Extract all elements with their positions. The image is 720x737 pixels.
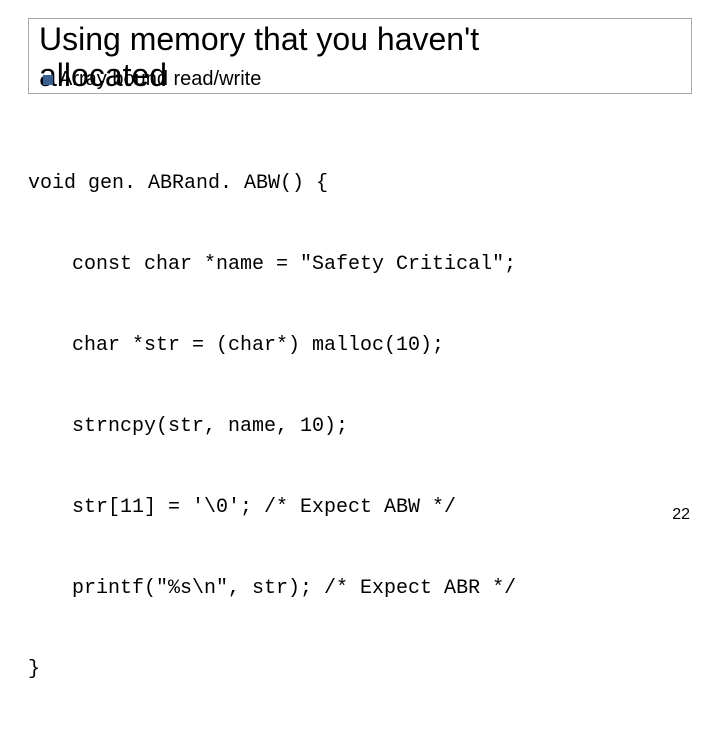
slide-title-line1: Using memory that you haven't [39,21,479,58]
code-block: void gen. ABRand. ABW() { const char *na… [28,116,692,737]
code-line-3: strncpy(str, name, 10); [28,413,692,440]
code-line-4: str[11] = '\0'; /* Expect ABW */ [28,494,692,521]
bullet-item: Array bound read/write [43,68,261,91]
bullet-text: Array bound read/write [59,68,261,91]
title-box: Using memory that you haven't allocated … [28,18,692,94]
code-line-1: const char *name = "Safety Critical"; [28,251,692,278]
code-line-2: char *str = (char*) malloc(10); [28,332,692,359]
code-line-0: void gen. ABRand. ABW() { [28,170,692,197]
code-line-6: } [28,656,692,683]
square-bullet-icon [43,75,53,85]
slide: Using memory that you haven't allocated … [0,0,720,540]
page-number: 22 [672,506,690,524]
code-line-5: printf("%s\n", str); /* Expect ABR */ [28,575,692,602]
